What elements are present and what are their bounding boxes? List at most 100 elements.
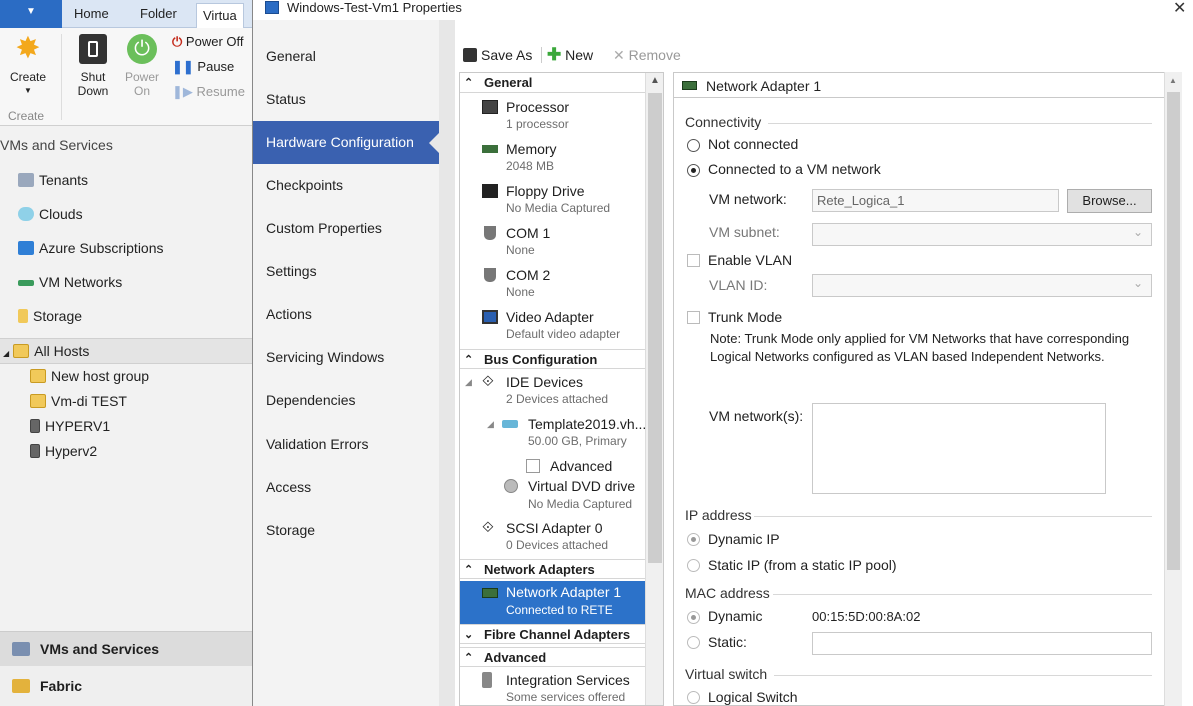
- collapse-chevron-icon: ⌃: [464, 77, 474, 89]
- dynamic-ip-radio[interactable]: [687, 533, 700, 546]
- not-connected-radio[interactable]: [687, 139, 700, 152]
- tree-header-general[interactable]: ⌃ General: [460, 73, 645, 93]
- tree-floppy-drive[interactable]: Floppy Drive No Media Captured: [460, 181, 645, 221]
- power-on-button[interactable]: ⏻ Power On: [121, 34, 163, 98]
- create-button[interactable]: ✸ Create ▼: [6, 34, 50, 98]
- workspace-vms-and-services[interactable]: VMs and Services: [0, 632, 252, 666]
- logical-switch-radio[interactable]: [687, 691, 700, 704]
- tree-ide-devices[interactable]: ◢ ⟐ IDE Devices 2 Devices attached: [460, 372, 645, 412]
- browse-button[interactable]: Browse...: [1067, 189, 1152, 213]
- enable-vlan-checkbox[interactable]: [687, 254, 700, 267]
- nav-azure-subscriptions[interactable]: Azure Subscriptions: [18, 234, 164, 262]
- processor-name: Processor: [506, 99, 570, 115]
- host-group-new[interactable]: New host group: [30, 362, 149, 390]
- nav-checkpoints[interactable]: Checkpoints: [253, 164, 439, 207]
- video-sub: Default video adapter: [506, 327, 621, 341]
- close-icon[interactable]: ✕: [1173, 0, 1186, 18]
- save-as-button[interactable]: Save As: [463, 47, 532, 63]
- vm-network-field[interactable]: Rete_Logica_1: [812, 189, 1059, 212]
- tree-com2[interactable]: COM 2 None: [460, 265, 645, 305]
- scroll-up-icon[interactable]: ▲: [650, 75, 660, 86]
- cloud-icon: [18, 207, 34, 221]
- ribbon-tab-folder[interactable]: Folder: [140, 6, 177, 21]
- tree-integration-services[interactable]: Integration Services Some services offere…: [460, 670, 645, 705]
- nav-storage-settings[interactable]: Storage: [253, 509, 439, 552]
- ribbon-tab-bar: ▼ Home Folder Virtua: [0, 0, 252, 29]
- tree-scroll-thumb[interactable]: [648, 93, 662, 563]
- all-hosts-label: All Hosts: [34, 343, 90, 359]
- host-group-vm-di-test-label: Vm-di TEST: [51, 393, 127, 409]
- workspace-fabric[interactable]: Fabric: [0, 669, 252, 703]
- mac-dynamic-label: Dynamic: [708, 608, 763, 624]
- nav-dependencies[interactable]: Dependencies: [253, 379, 439, 422]
- tree-processor[interactable]: Processor 1 processor: [460, 97, 645, 137]
- host-hyperv1-label: HYPERV1: [45, 418, 111, 434]
- nav-hardware-configuration[interactable]: Hardware Configuration: [253, 121, 439, 164]
- nav-general[interactable]: General: [253, 35, 439, 78]
- collapse-chevron-icon: ⌃: [464, 652, 474, 664]
- properties-sheet-icon: [526, 459, 540, 473]
- mac-static-field[interactable]: [812, 632, 1152, 655]
- nav-validation-errors[interactable]: Validation Errors: [253, 423, 439, 466]
- vm-subnet-dropdown[interactable]: [812, 222, 1152, 246]
- enable-vlan-label: Enable VLAN: [708, 252, 793, 268]
- tree-header-fibre-channel[interactable]: ⌄ Fibre Channel Adapters: [460, 624, 645, 644]
- connected-vm-network-radio[interactable]: [687, 164, 700, 177]
- mac-dynamic-radio[interactable]: [687, 611, 700, 624]
- ribbon-tab-home[interactable]: Home: [74, 6, 109, 21]
- nav-vm-networks[interactable]: VM Networks: [18, 268, 122, 296]
- tree-virtual-hard-disk[interactable]: ◢ Template2019.vh... 50.00 GB, Primary: [460, 414, 646, 454]
- tree-header-network-adapters[interactable]: ⌃ Network Adapters: [460, 559, 645, 579]
- monitor-icon: [482, 310, 498, 324]
- host-hyperv2[interactable]: Hyperv2: [30, 437, 97, 465]
- memory-icon: [482, 145, 498, 153]
- tree-header-bus-configuration[interactable]: ⌃ Bus Configuration: [460, 349, 645, 369]
- pause-button[interactable]: ❚❚ Pause: [172, 56, 234, 78]
- shut-down-button[interactable]: Shut Down: [72, 34, 114, 98]
- host-hyperv1[interactable]: HYPERV1: [30, 412, 110, 440]
- nav-servicing-windows[interactable]: Servicing Windows: [253, 336, 439, 379]
- tree-virtual-dvd-drive[interactable]: Virtual DVD drive No Media Captured: [460, 477, 645, 517]
- power-on-label-2: On: [133, 84, 150, 98]
- vlan-id-dropdown[interactable]: [812, 273, 1152, 297]
- tree-com1[interactable]: COM 1 None: [460, 223, 645, 263]
- power-off-button[interactable]: ⏻ Power Off: [172, 31, 243, 53]
- nav-clouds[interactable]: Clouds: [18, 200, 83, 228]
- tree-vhd-advanced[interactable]: Advanced: [460, 457, 645, 477]
- floppy-disk-icon: [482, 184, 498, 198]
- tree-header-advanced[interactable]: ⌃ Advanced: [460, 647, 645, 667]
- nav-access[interactable]: Access: [253, 466, 439, 509]
- host-group-vm-di-test[interactable]: Vm-di TEST: [30, 387, 127, 415]
- scroll-up-icon[interactable]: ▲: [1169, 76, 1177, 85]
- detail-scroll-thumb[interactable]: [1167, 92, 1180, 570]
- tree-video-adapter[interactable]: Video Adapter Default video adapter: [460, 307, 645, 347]
- tree-memory[interactable]: Memory 2048 MB: [460, 139, 645, 179]
- nav-tenants[interactable]: Tenants: [18, 166, 88, 194]
- group-divider: [773, 594, 1152, 595]
- detail-header-title: Network Adapter 1: [706, 78, 822, 94]
- all-hosts-node[interactable]: ◢ All Hosts: [3, 337, 89, 365]
- resume-button[interactable]: ❚▶ Resume: [172, 81, 245, 103]
- new-button[interactable]: ✚ New: [547, 45, 593, 64]
- resume-icon: ❚▶: [172, 84, 193, 99]
- static-ip-radio[interactable]: [687, 559, 700, 572]
- nav-custom-properties[interactable]: Custom Properties: [253, 207, 439, 250]
- shut-down-label-2: Down: [77, 84, 109, 98]
- vm-networks-listbox[interactable]: [812, 403, 1106, 494]
- nav-status[interactable]: Status: [253, 78, 439, 121]
- nav-settings[interactable]: Settings: [253, 250, 439, 293]
- plus-icon: ✚: [547, 45, 562, 64]
- mac-static-radio[interactable]: [687, 636, 700, 649]
- collapse-arrow-icon: ◢: [487, 419, 494, 429]
- ribbon-tab-virtual-machine[interactable]: Virtua: [196, 3, 244, 29]
- vm-networks-label: VM network(s):: [709, 408, 804, 424]
- tenants-icon: [18, 173, 34, 187]
- integration-sub: Some services offered: [506, 690, 626, 704]
- trunk-mode-checkbox[interactable]: [687, 311, 700, 324]
- file-menu-button[interactable]: ▼: [0, 0, 62, 28]
- nav-actions[interactable]: Actions: [253, 293, 439, 336]
- remove-button[interactable]: ✕ Remove: [613, 47, 681, 64]
- nav-storage[interactable]: Storage: [18, 302, 82, 330]
- tree-network-adapter-1[interactable]: Network Adapter 1 Connected to RETE: [460, 581, 645, 624]
- tree-scsi-adapter[interactable]: ⟐ SCSI Adapter 0 0 Devices attached: [460, 518, 645, 558]
